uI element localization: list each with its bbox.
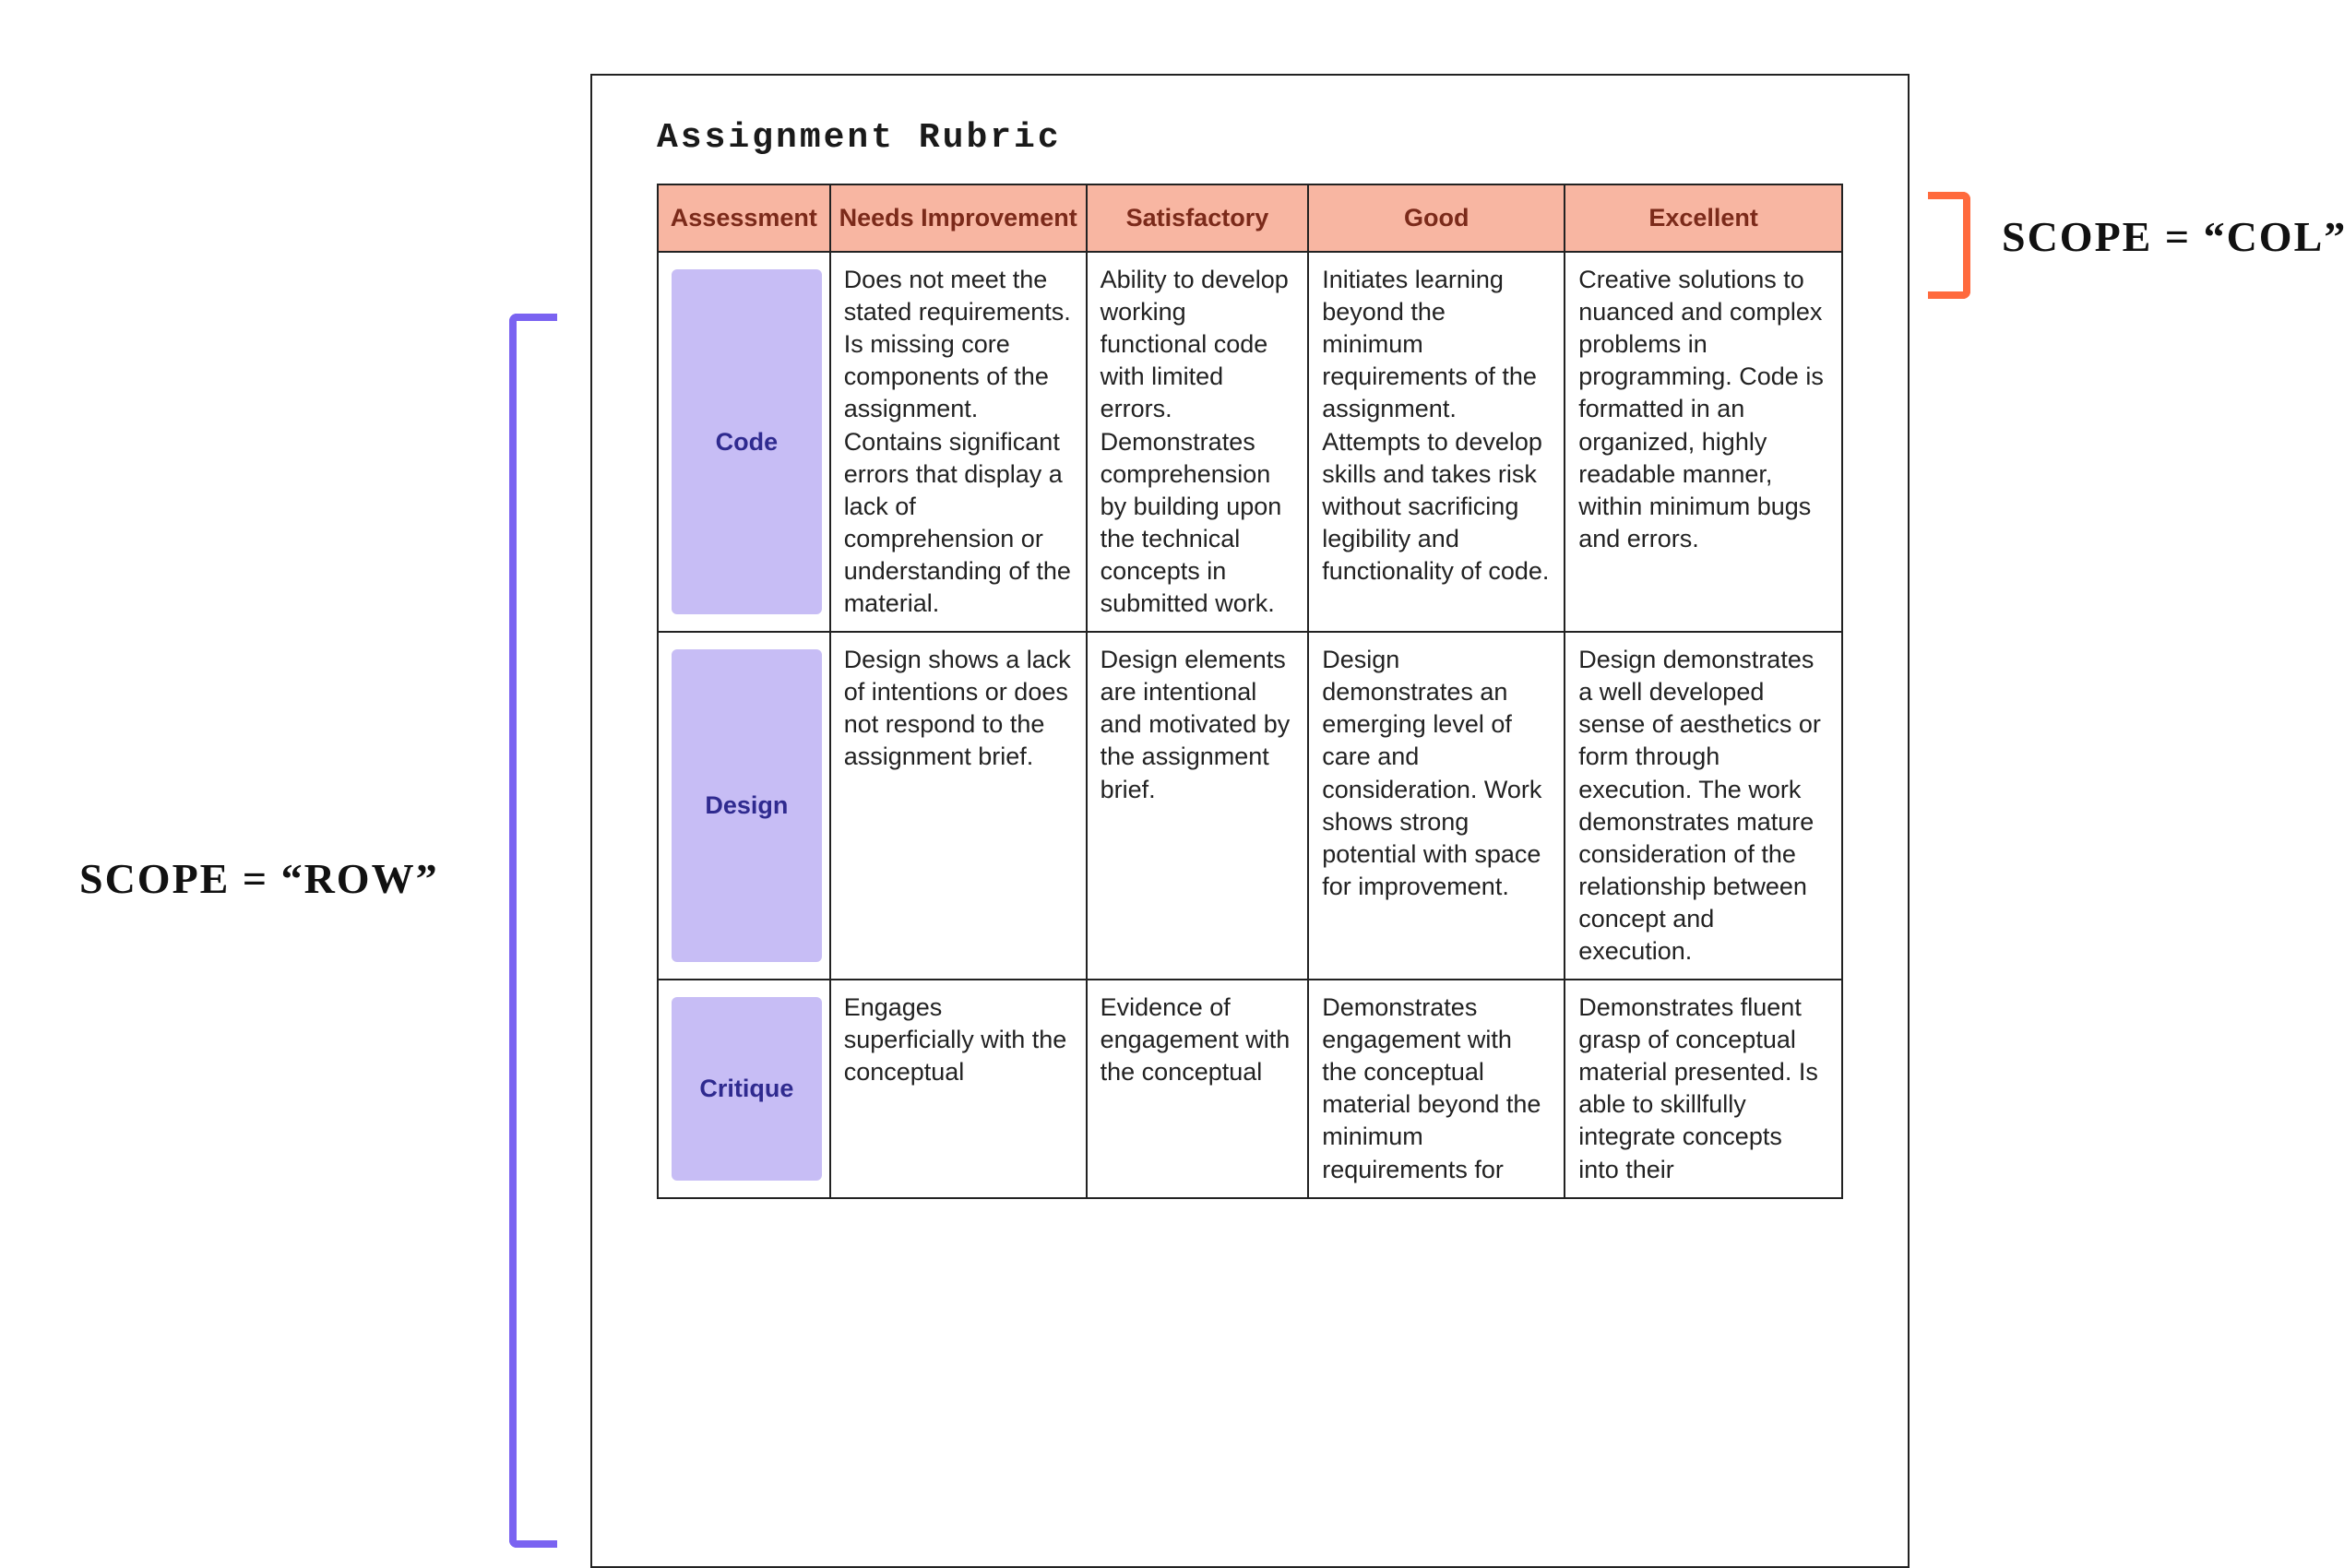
row-header: Design xyxy=(658,632,830,980)
rubric-cell: Creative solutions to nuanced and comple… xyxy=(1565,252,1842,632)
page-title: Assignment Rubric xyxy=(657,118,1843,158)
rubric-cell: Engages superficially with the conceptua… xyxy=(830,980,1087,1198)
row-header-pill: Code xyxy=(672,269,822,614)
rubric-cell: Initiates learning beyond the minimum re… xyxy=(1308,252,1565,632)
rubric-table: Assessment Needs Improvement Satisfactor… xyxy=(657,184,1843,1199)
row-header: Code xyxy=(658,252,830,632)
col-header: Needs Improvement xyxy=(830,184,1087,252)
rubric-tbody: Code Does not meet the stated requiremen… xyxy=(658,252,1842,1198)
rubric-cell: Demonstrates engagement with the concept… xyxy=(1308,980,1565,1198)
row-header-pill: Design xyxy=(672,649,822,962)
table-row: Design Design shows a lack of intentions… xyxy=(658,632,1842,980)
rubric-thead: Assessment Needs Improvement Satisfactor… xyxy=(658,184,1842,252)
row-header-label: Critique xyxy=(699,1073,793,1105)
row-scope-label: SCOPE = “ROW” xyxy=(79,854,439,903)
table-row: Critique Engages superficially with the … xyxy=(658,980,1842,1198)
rubric-cell: Does not meet the stated requirements. I… xyxy=(830,252,1087,632)
table-row: Code Does not meet the stated requiremen… xyxy=(658,252,1842,632)
row-header: Critique xyxy=(658,980,830,1198)
col-header: Excellent xyxy=(1565,184,1842,252)
rubric-cell: Ability to develop working functional co… xyxy=(1087,252,1309,632)
row-header-label: Code xyxy=(716,426,779,458)
row-scope-bracket xyxy=(509,314,557,1548)
rubric-cell: Design demonstrates an emerging level of… xyxy=(1308,632,1565,980)
col-scope-label: SCOPE = “COL” xyxy=(2002,212,2344,261)
rubric-cell: Evidence of engagement with the conceptu… xyxy=(1087,980,1309,1198)
table-header-row: Assessment Needs Improvement Satisfactor… xyxy=(658,184,1842,252)
col-header: Good xyxy=(1308,184,1565,252)
row-header-label: Design xyxy=(705,790,788,822)
row-header-pill: Critique xyxy=(672,997,822,1181)
col-scope-bracket xyxy=(1928,192,1970,299)
document-frame: Assignment Rubric Assessment Needs Impro… xyxy=(590,74,1910,1568)
rubric-cell: Demonstrates fluent grasp of conceptual … xyxy=(1565,980,1842,1198)
rubric-cell: Design elements are intentional and moti… xyxy=(1087,632,1309,980)
col-header: Satisfactory xyxy=(1087,184,1309,252)
rubric-cell: Design shows a lack of intentions or doe… xyxy=(830,632,1087,980)
rubric-cell: Design demonstrates a well developed sen… xyxy=(1565,632,1842,980)
col-header: Assessment xyxy=(658,184,830,252)
